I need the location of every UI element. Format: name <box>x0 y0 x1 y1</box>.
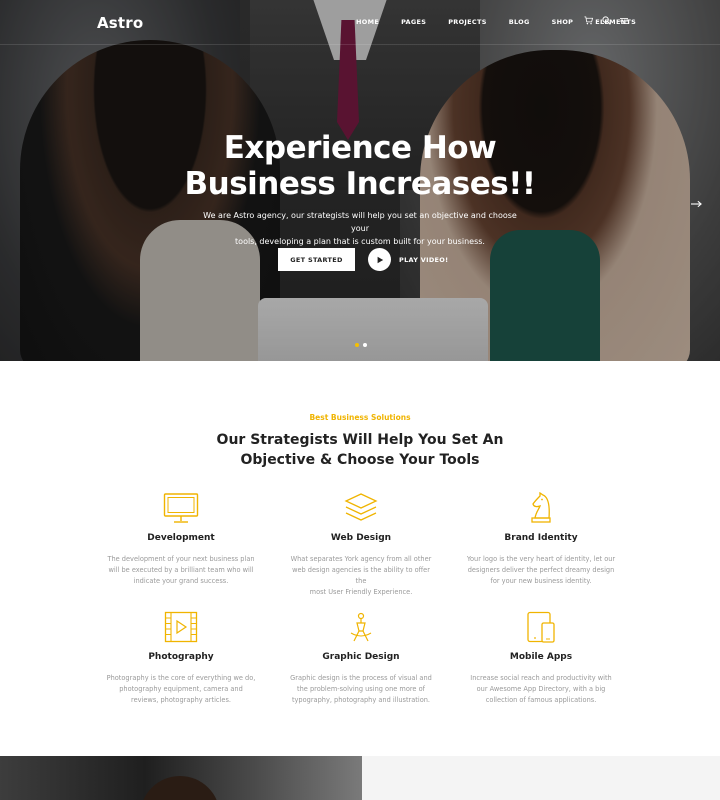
nav-item-pages[interactable]: PAGES <box>401 18 426 26</box>
service-title: Brand Identity <box>504 533 578 543</box>
next-section-panel <box>362 756 720 800</box>
monitor-icon <box>106 491 256 525</box>
play-icon <box>377 256 383 263</box>
play-video-button[interactable] <box>368 248 391 271</box>
nav-icons <box>584 16 628 27</box>
service-web-design: Web Design What separates York agency fr… <box>286 491 436 598</box>
service-description: The development of your next business pl… <box>107 555 255 585</box>
hero-title: Experience How Business Increases!! <box>0 130 720 202</box>
section-eyebrow: Best Business Solutions <box>309 413 411 422</box>
service-brand-identity: Brand Identity Your logo is the very hea… <box>466 491 616 587</box>
hero-subtitle-line-2: tools, developing a plan that is custom … <box>235 237 485 246</box>
hero-title-line-2: Business Increases!! <box>184 166 536 202</box>
service-title: Web Design <box>330 533 392 543</box>
service-description: What separates York agency from all othe… <box>290 555 432 596</box>
compass-pen-icon <box>286 610 436 644</box>
chess-knight-icon <box>466 491 616 525</box>
nav-item-shop[interactable]: SHOP <box>552 18 574 26</box>
service-mobile-apps: Mobile Apps Increase social reach and pr… <box>466 610 616 706</box>
menu-icon[interactable] <box>620 17 628 27</box>
service-title: Photography <box>148 652 214 662</box>
section-title: Our Strategists Will Help You Set An Obj… <box>0 430 720 470</box>
next-section-photo <box>0 756 362 800</box>
get-started-button[interactable]: GET STARTED <box>278 248 355 271</box>
slider-dot-1[interactable] <box>355 343 359 347</box>
service-description: Your logo is the very heart of identity,… <box>466 555 616 585</box>
service-description: Increase social reach and productivity w… <box>470 674 612 704</box>
nav-item-blog[interactable]: BLOG <box>509 18 530 26</box>
hero-title-line-1: Experience How <box>223 130 497 166</box>
film-play-icon <box>106 610 256 644</box>
hero-subtitle: We are Astro agency, our strategists wil… <box>200 209 520 248</box>
service-description: Graphic design is the process of visual … <box>290 674 432 704</box>
section-title-line-1: Our Strategists Will Help You Set An <box>216 432 504 448</box>
slider-pagination <box>355 343 367 347</box>
site-logo[interactable]: Astro <box>97 14 143 32</box>
nav-divider <box>0 44 720 45</box>
cart-icon[interactable] <box>584 16 594 27</box>
nav-item-projects[interactable]: PROJECTS <box>448 18 486 26</box>
service-photography: Photography Photography is the core of e… <box>106 610 256 706</box>
service-title: Mobile Apps <box>509 652 573 662</box>
service-title: Development <box>147 533 215 543</box>
slider-dot-2[interactable] <box>363 343 367 347</box>
service-description: Photography is the core of everything we… <box>106 674 256 704</box>
section-title-line-2: Objective & Choose Your Tools <box>240 452 480 468</box>
play-video-label[interactable]: PLAY VIDEO! <box>399 256 448 264</box>
service-title: Graphic Design <box>322 652 400 662</box>
service-graphic-design: Graphic Design Graphic design is the pro… <box>286 610 436 706</box>
service-development: Development The development of your next… <box>106 491 256 587</box>
layers-icon <box>286 491 436 525</box>
hero-subtitle-line-1: We are Astro agency, our strategists wil… <box>203 211 517 233</box>
nav-item-home[interactable]: HOME <box>356 18 379 26</box>
search-icon[interactable] <box>602 16 611 27</box>
devices-icon <box>466 610 616 644</box>
slider-next-arrow-icon[interactable] <box>691 197 702 211</box>
